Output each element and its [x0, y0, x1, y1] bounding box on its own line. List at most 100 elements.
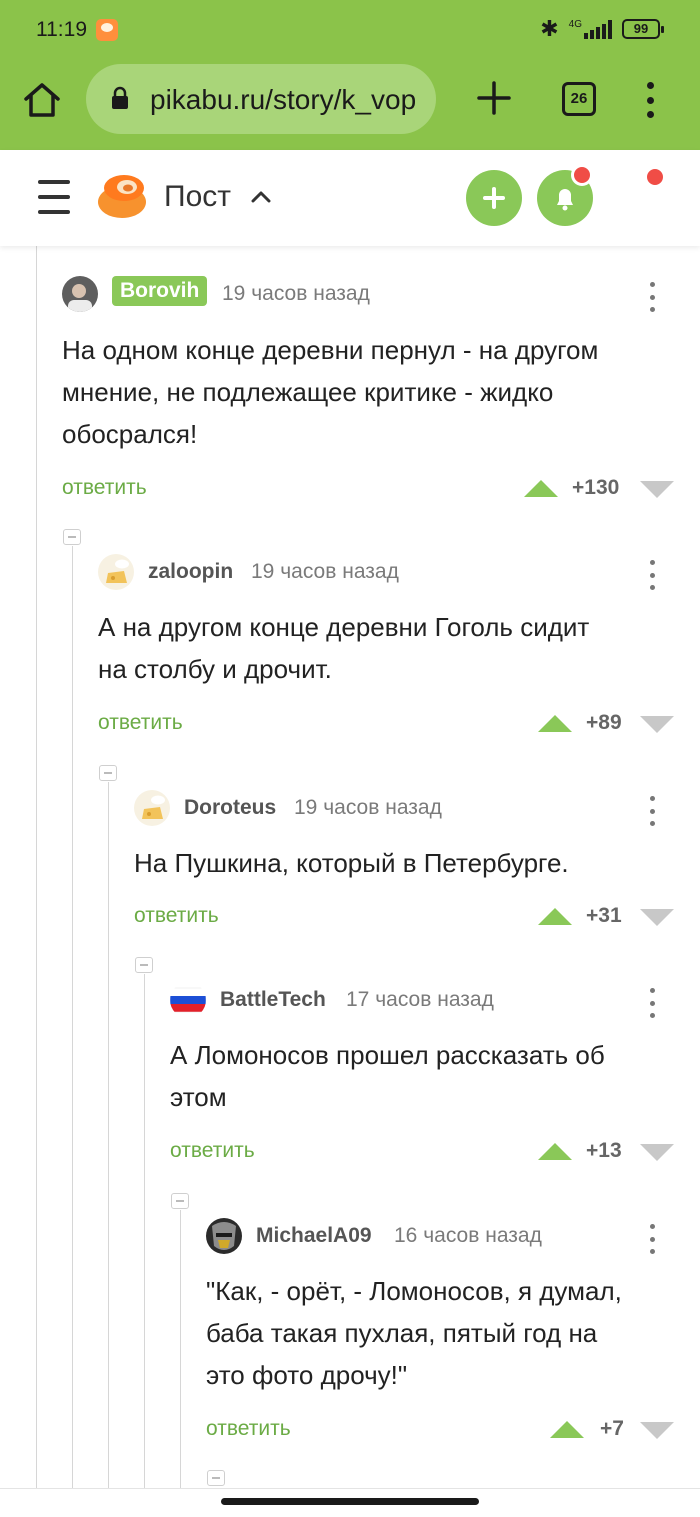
comment-time[interactable]: 17 часов назад — [346, 988, 494, 1012]
battery-icon: 99 — [622, 19, 664, 39]
notification-badge — [571, 164, 593, 186]
comment-text-line: это фото дрочу!" — [206, 1360, 408, 1390]
collapse-thread-button[interactable] — [207, 1470, 225, 1486]
comment-author[interactable]: Doroteus — [184, 796, 276, 820]
comment-text-line: На Пушкина, который в Петербурге. — [134, 848, 569, 878]
comment-rating: +89 — [586, 711, 622, 734]
thread-line — [108, 782, 109, 1488]
upvote-icon[interactable] — [550, 1421, 584, 1438]
comment-header: Borovih 19 часов назад — [62, 276, 676, 316]
signal-icon — [584, 19, 612, 39]
comment-text: А на другом конце деревни Гоголь сидит н… — [98, 606, 674, 690]
more-options-icon[interactable] — [648, 796, 656, 826]
profile-badge — [644, 166, 666, 188]
hamburger-menu-icon[interactable] — [38, 180, 70, 214]
comment-text-line: А на другом конце деревни Гоголь сидит — [98, 612, 590, 642]
comment: MichaelA09 16 часов назад "Как, - орёт, … — [206, 1218, 676, 1448]
comment-rating: +130 — [572, 476, 620, 499]
comment: Doroteus 19 часов назад На Пушкина, кото… — [134, 790, 676, 930]
reply-link[interactable]: ответить — [134, 904, 219, 928]
comment-rating: +31 — [586, 904, 622, 927]
add-post-button[interactable] — [466, 170, 522, 226]
avatar[interactable] — [206, 1218, 242, 1254]
collapse-thread-button[interactable] — [135, 957, 153, 973]
url-bar[interactable]: pikabu.ru/story/k_vop — [86, 64, 436, 134]
status-icons: ✱ 4G 99 — [540, 16, 664, 42]
thread-line — [36, 246, 37, 1488]
network-type: 4G — [568, 18, 582, 30]
comment-author[interactable]: Borovih — [112, 276, 208, 306]
comment-text-line: "Как, - орёт, - Ломоносов, я думал, — [206, 1276, 622, 1306]
comment-time[interactable]: 19 часов назад — [251, 560, 399, 584]
browser-menu-icon[interactable] — [640, 82, 660, 118]
avatar[interactable] — [98, 554, 134, 590]
reply-link[interactable]: ответить — [98, 711, 183, 735]
upvote-icon[interactable] — [538, 1143, 572, 1160]
comment-text-line: А Ломоносов прошел рассказать об — [170, 1040, 605, 1070]
comment-author[interactable]: BattleTech — [220, 988, 326, 1012]
comment-header: Doroteus 19 часов назад — [134, 790, 676, 830]
more-options-icon[interactable] — [648, 988, 656, 1018]
home-indicator[interactable] — [221, 1498, 479, 1505]
comment: Borovih 19 часов назад На одном конце де… — [62, 276, 676, 516]
divider — [0, 1488, 700, 1489]
site-header: Пост — [0, 150, 700, 246]
upvote-icon[interactable] — [538, 908, 572, 925]
more-options-icon[interactable] — [648, 282, 656, 312]
home-icon[interactable] — [22, 80, 62, 120]
avatar[interactable] — [170, 982, 206, 1018]
new-tab-icon[interactable] — [476, 80, 512, 116]
comment-text: "Как, - орёт, - Ломоносов, я думал, баба… — [206, 1270, 676, 1396]
downvote-icon[interactable] — [640, 481, 674, 498]
upvote-icon[interactable] — [524, 480, 558, 497]
more-options-icon[interactable] — [648, 1224, 656, 1254]
comment-time[interactable]: 19 часов назад — [294, 796, 442, 820]
downvote-icon[interactable] — [640, 1422, 674, 1439]
avatar[interactable] — [134, 790, 170, 826]
comment-text-line: обосрался! — [62, 419, 198, 449]
comment-header: BattleTech 17 часов назад — [170, 982, 676, 1022]
url-text: pikabu.ru/story/k_vop — [150, 84, 417, 115]
browser-toolbar: 11:19 ✱ 4G 99 pikabu.ru/story/k_vop 26 — [0, 0, 700, 150]
comment-header: MichaelA09 16 часов назад — [206, 1218, 676, 1258]
comment-time[interactable]: 16 часов назад — [394, 1224, 542, 1248]
avatar[interactable] — [62, 276, 98, 312]
notifications-button[interactable] — [537, 164, 593, 226]
bluetooth-icon: ✱ — [540, 16, 559, 41]
page-title: Пост — [164, 180, 231, 213]
reply-link[interactable]: ответить — [170, 1139, 255, 1163]
thread-line — [144, 974, 145, 1488]
comment-text-line: мнение, не подлежащее критике - жидко — [62, 377, 554, 407]
comment-text-line: на столбу и дрочит. — [98, 654, 332, 684]
downvote-icon[interactable] — [640, 909, 674, 926]
reply-link[interactable]: ответить — [62, 476, 147, 500]
collapse-thread-button[interactable] — [63, 529, 81, 545]
comment-text-line: На одном конце деревни пернул - на друго… — [62, 335, 599, 365]
collapse-thread-button[interactable] — [99, 765, 117, 781]
reply-link[interactable]: ответить — [206, 1417, 291, 1441]
thread-line — [72, 546, 73, 1488]
comment-author[interactable]: MichaelA09 — [256, 1224, 372, 1248]
chevron-up-icon[interactable] — [250, 190, 272, 204]
pikabu-app-icon — [96, 19, 118, 41]
downvote-icon[interactable] — [640, 716, 674, 733]
comment-author[interactable]: zaloopin — [148, 560, 233, 584]
profile-button[interactable] — [608, 166, 668, 230]
comment-text-line: баба такая пухлая, пятый год на — [206, 1318, 598, 1348]
upvote-icon[interactable] — [538, 715, 572, 732]
comment-text: А Ломоносов прошел рассказать об этом — [170, 1034, 674, 1118]
lock-icon — [112, 86, 128, 109]
pikabu-logo[interactable] — [96, 172, 148, 220]
comment-header: zaloopin 19 часов назад — [98, 554, 676, 594]
comment: BattleTech 17 часов назад А Ломоносов пр… — [170, 982, 676, 1172]
collapse-thread-button[interactable] — [171, 1193, 189, 1209]
more-options-icon[interactable] — [648, 560, 656, 590]
comment-time[interactable]: 19 часов назад — [222, 282, 370, 306]
comment-text: На одном конце деревни пернул - на друго… — [62, 329, 672, 455]
thread-line — [180, 1210, 181, 1488]
downvote-icon[interactable] — [640, 1144, 674, 1161]
comment-text: На Пушкина, который в Петербурге. — [134, 842, 674, 884]
status-time: 11:19 — [36, 18, 87, 41]
tab-switcher-button[interactable]: 26 — [562, 82, 596, 116]
comment-rating: +13 — [586, 1139, 622, 1162]
